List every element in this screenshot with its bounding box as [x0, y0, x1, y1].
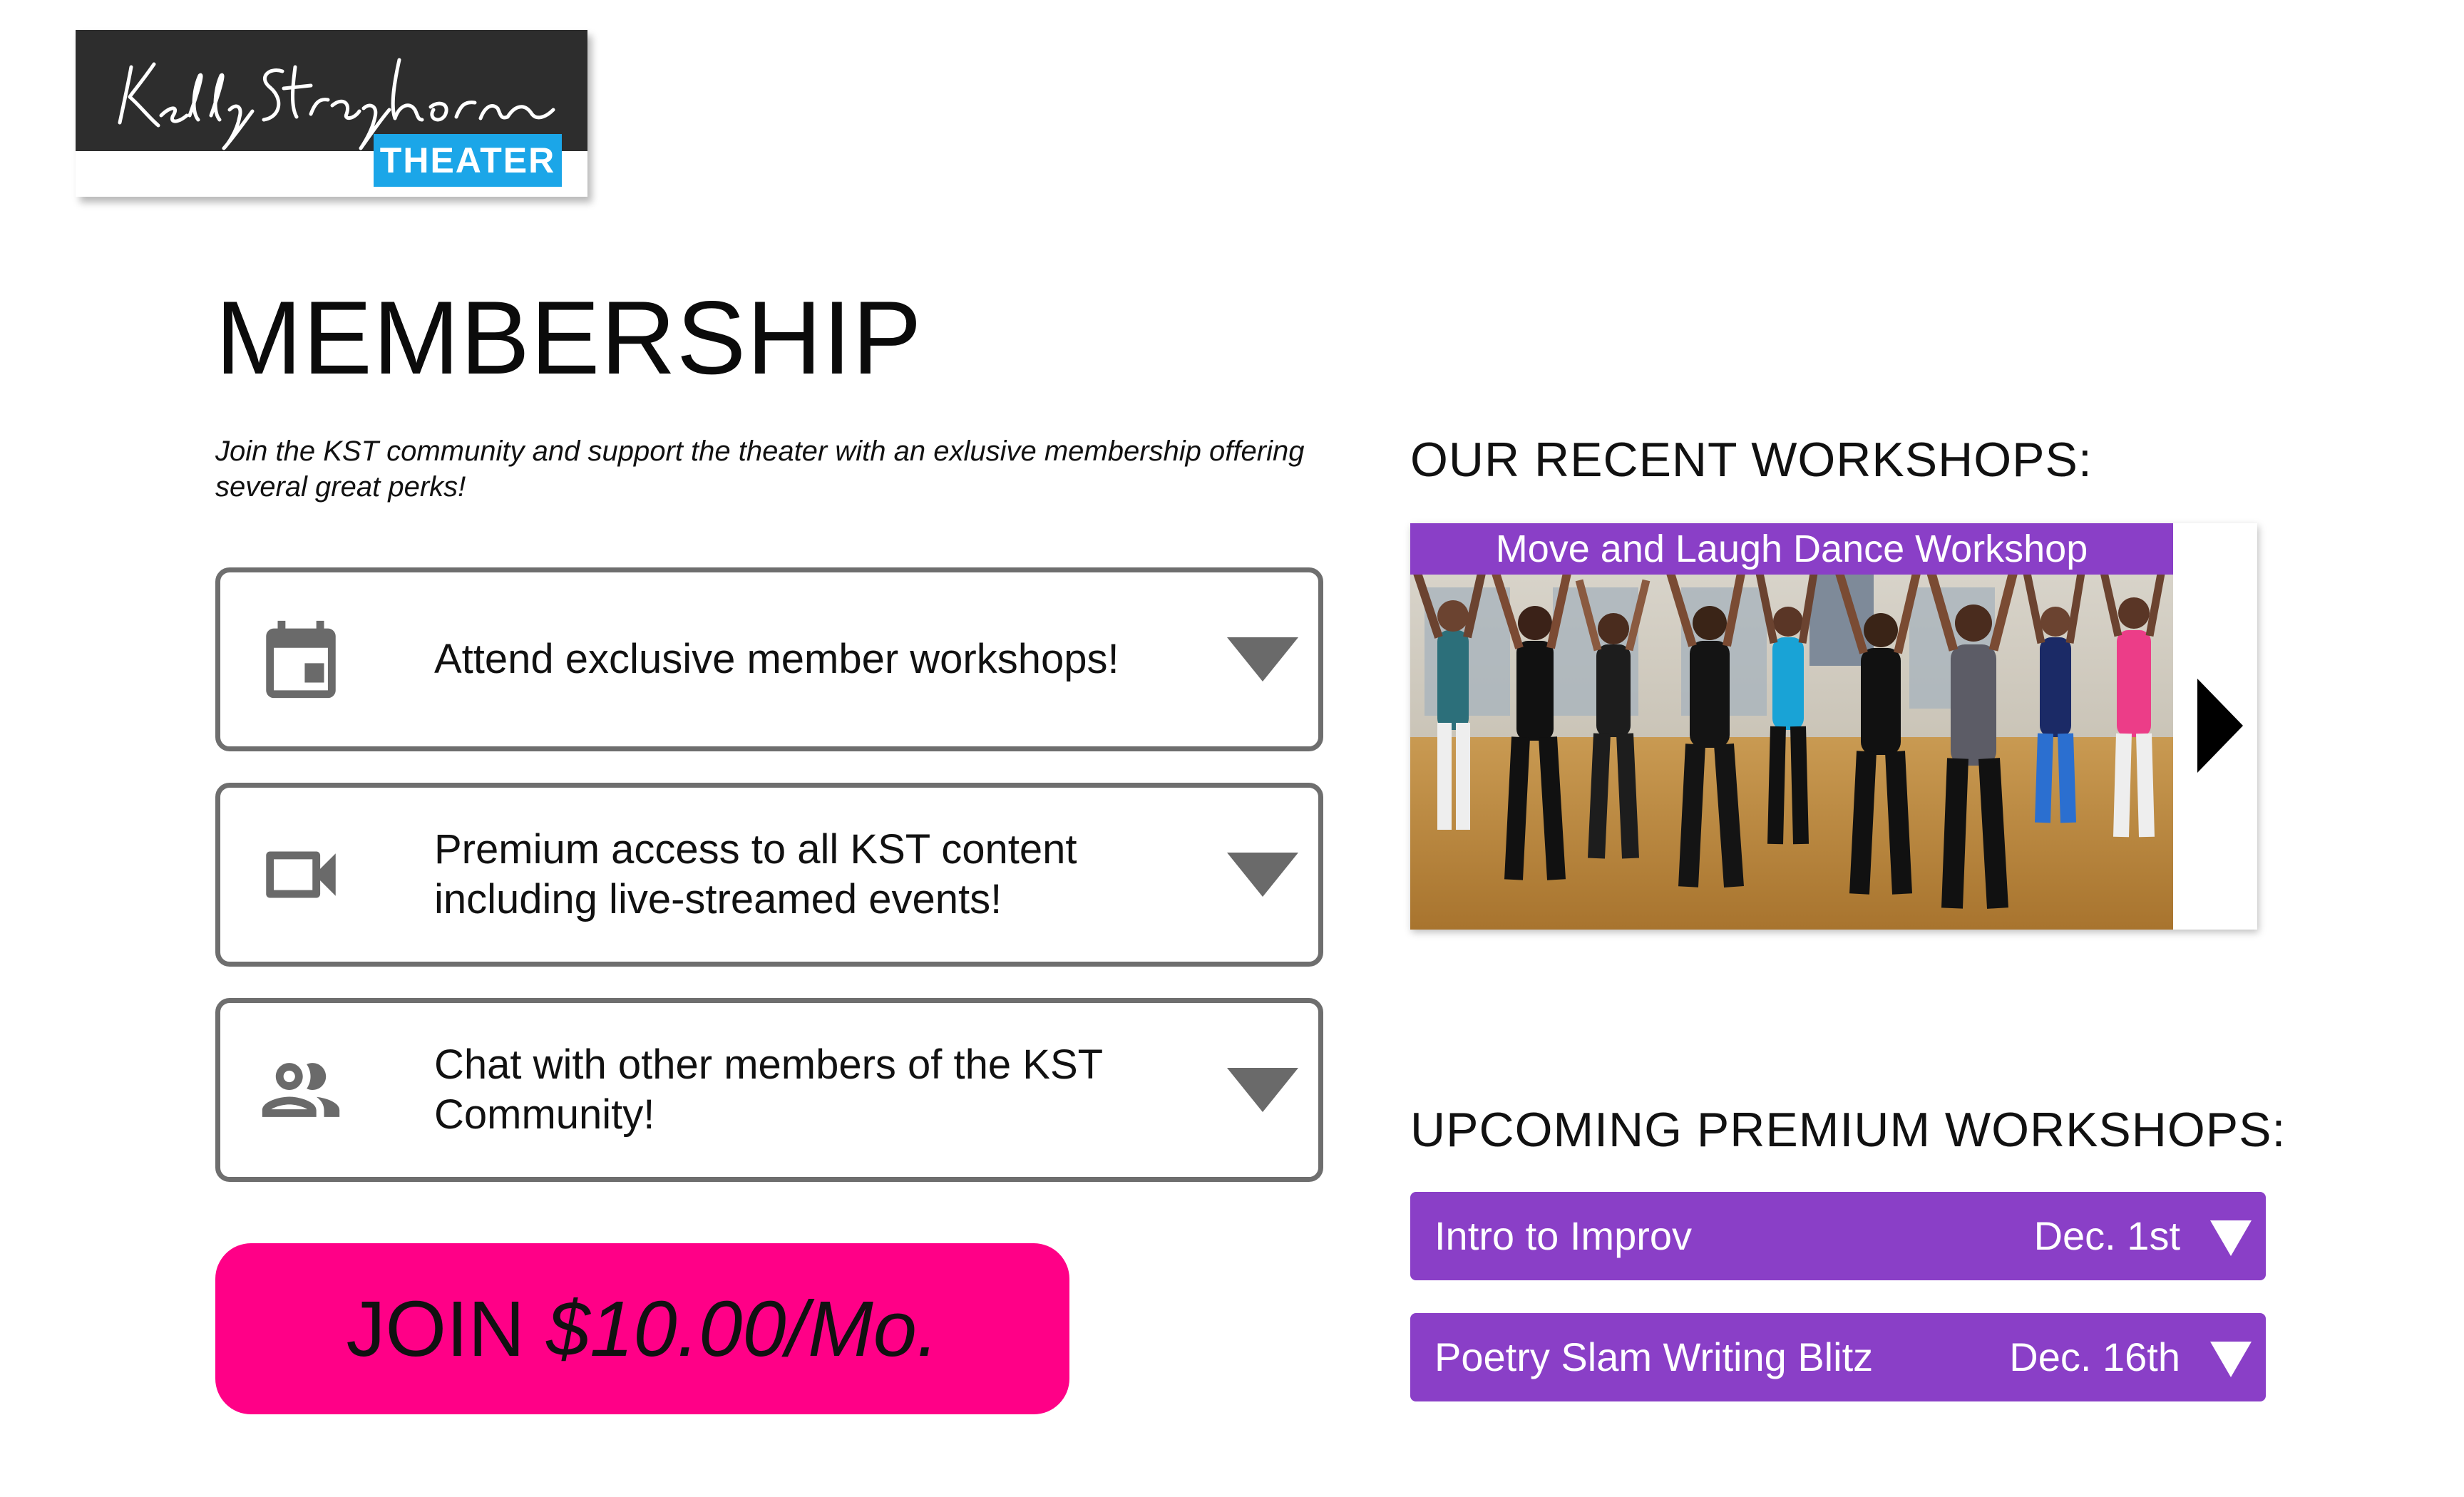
- perk-text: Chat with other members of the KST Commu…: [434, 1041, 1103, 1138]
- join-price: $10.00/Mo.: [546, 1285, 939, 1373]
- page-title: MEMBERSHIP: [215, 279, 923, 396]
- calendar-icon: [266, 620, 336, 699]
- logo-badge: THEATER: [374, 134, 562, 187]
- perk-text: Attend exclusive member workshops!: [434, 636, 1119, 682]
- chevron-down-icon[interactable]: [1227, 1068, 1298, 1112]
- join-label: JOIN: [346, 1285, 525, 1373]
- workshop-photo: [1410, 523, 2173, 930]
- recent-workshops-heading: OUR RECENT WORKSHOPS:: [1410, 433, 2093, 487]
- intro-text: Join the KST community and support the t…: [215, 436, 1305, 503]
- upcoming-workshop-item[interactable]: Poetry Slam Writing Blitz Dec. 16th: [1410, 1313, 2266, 1401]
- workshop-name: Poetry Slam Writing Blitz: [1434, 1334, 1874, 1379]
- chevron-right-icon[interactable]: [2197, 679, 2243, 773]
- workshop-date: Dec. 1st: [2033, 1213, 2180, 1258]
- perk-premium-content[interactable]: Premium access to all KST content includ…: [215, 783, 1323, 967]
- chevron-down-icon[interactable]: [1227, 853, 1298, 897]
- recent-workshops-carousel[interactable]: Move and Laugh Dance Workshop: [1410, 523, 2257, 930]
- chevron-down-icon[interactable]: [1227, 637, 1298, 681]
- video-camera-icon: [266, 851, 336, 898]
- workshop-date: Dec. 16th: [2009, 1334, 2180, 1379]
- perk-community-chat[interactable]: Chat with other members of the KST Commu…: [215, 998, 1323, 1182]
- workshop-name: Intro to Improv: [1434, 1213, 1693, 1258]
- upcoming-workshop-item[interactable]: Intro to Improv Dec. 1st: [1410, 1192, 2266, 1280]
- slide-caption: Move and Laugh Dance Workshop: [1410, 523, 2173, 575]
- join-button[interactable]: JOIN $10.00/Mo.: [215, 1243, 1069, 1414]
- chevron-down-icon[interactable]: [2210, 1342, 2252, 1377]
- perk-text: Premium access to all KST content includ…: [434, 826, 1077, 922]
- upcoming-workshops-heading: UPCOMING PREMIUM WORKSHOPS:: [1410, 1103, 2286, 1157]
- chevron-down-icon[interactable]: [2210, 1220, 2252, 1256]
- perk-workshops[interactable]: Attend exclusive member workshops!: [215, 567, 1323, 751]
- people-icon: [262, 1063, 340, 1117]
- kst-logo[interactable]: THEATER: [76, 30, 587, 197]
- dance-workshop-image: [1410, 523, 2173, 930]
